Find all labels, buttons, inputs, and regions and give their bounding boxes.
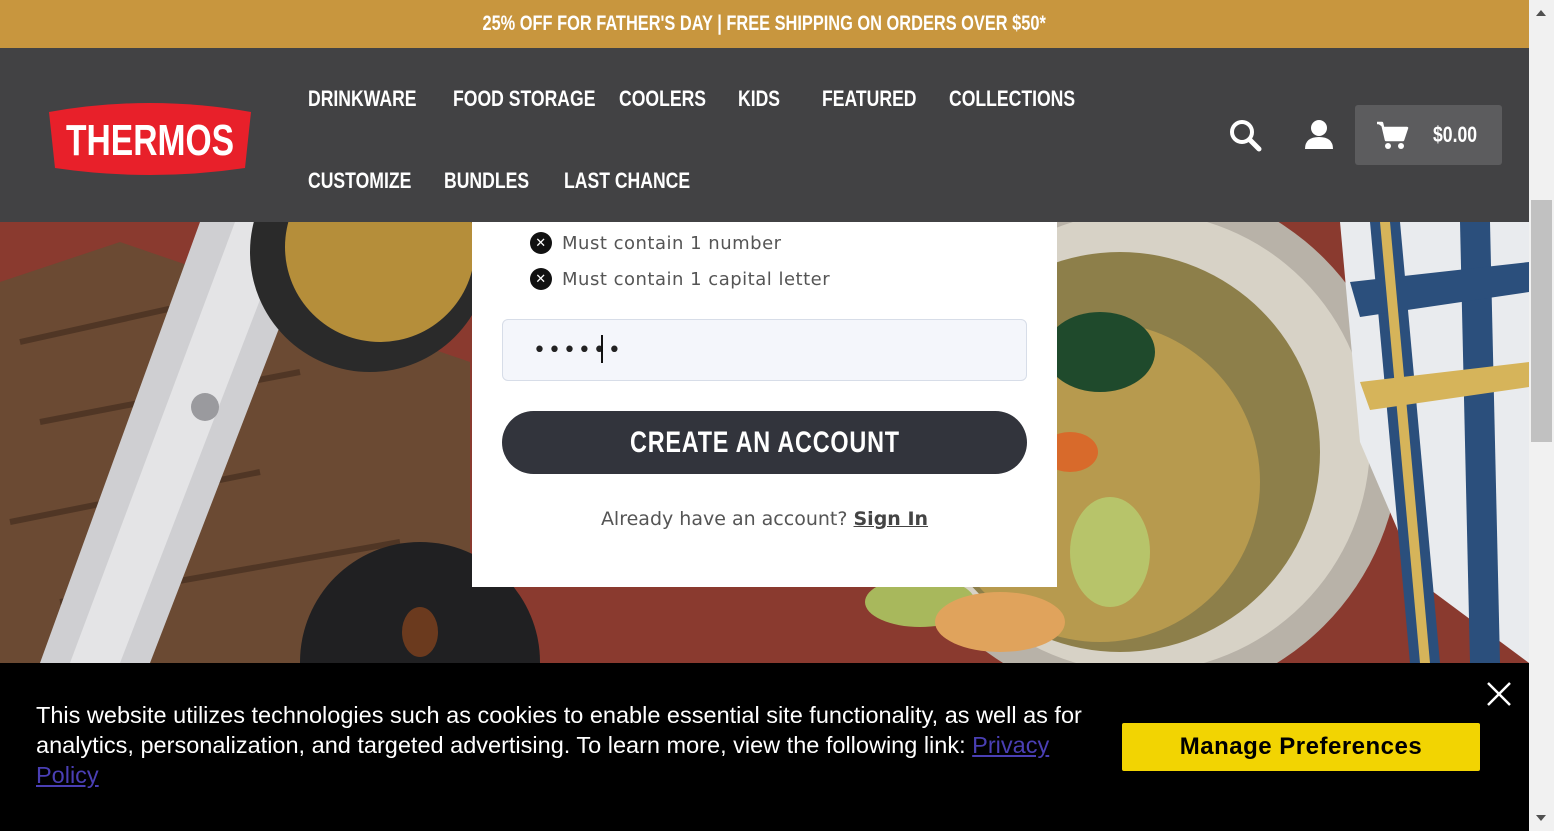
nav-coolers[interactable]: COOLERS bbox=[619, 86, 706, 112]
signin-link[interactable]: Sign In bbox=[854, 508, 929, 530]
promo-banner: 25% OFF FOR FATHER'S DAY | FREE SHIPPING… bbox=[0, 0, 1529, 48]
thermos-logo[interactable]: THERMOS bbox=[45, 98, 255, 176]
scrollbar-thumb[interactable] bbox=[1531, 200, 1552, 442]
password-rule-number: ✕ Must contain 1 number bbox=[530, 232, 782, 254]
nav-collections[interactable]: COLLECTIONS bbox=[949, 86, 1075, 112]
nav-bundles[interactable]: BUNDLES bbox=[444, 168, 529, 194]
invalid-icon: ✕ bbox=[530, 232, 552, 254]
cart-total: $0.00 bbox=[1433, 122, 1478, 147]
text-caret bbox=[601, 335, 603, 363]
rule-text: Must contain 1 number bbox=[562, 232, 782, 254]
nav-drinkware[interactable]: DRINKWARE bbox=[308, 86, 417, 112]
account-icon[interactable] bbox=[1301, 117, 1337, 153]
promo-text: 25% OFF FOR FATHER'S DAY | FREE SHIPPING… bbox=[482, 12, 1047, 35]
nav-kids[interactable]: KIDS bbox=[738, 86, 780, 112]
nav-last-chance[interactable]: LAST CHANCE bbox=[564, 168, 690, 194]
signin-prompt: Already have an account? Sign In bbox=[472, 508, 1057, 530]
scroll-up-icon[interactable] bbox=[1536, 10, 1546, 16]
nav-customize[interactable]: CUSTOMIZE bbox=[308, 168, 411, 194]
invalid-icon: ✕ bbox=[530, 268, 552, 290]
rule-text: Must contain 1 capital letter bbox=[562, 268, 831, 290]
create-account-button[interactable]: CREATE AN ACCOUNT bbox=[502, 411, 1027, 474]
scroll-down-icon[interactable] bbox=[1536, 815, 1546, 821]
manage-preferences-button[interactable]: Manage Preferences bbox=[1122, 723, 1480, 771]
nav-food-storage[interactable]: FOOD STORAGE bbox=[453, 86, 595, 112]
site-header: THERMOS DRINKWARE FOOD STORAGE COOLERS K… bbox=[0, 48, 1529, 222]
signin-prompt-text: Already have an account? bbox=[600, 508, 848, 530]
cookie-message: This website utilizes technologies such … bbox=[36, 700, 1106, 790]
logo-text: THERMOS bbox=[66, 116, 234, 165]
password-input[interactable] bbox=[502, 319, 1027, 381]
search-icon[interactable] bbox=[1227, 117, 1263, 153]
create-account-form: ✕ Must contain 1 number ✕ Must contain 1… bbox=[472, 222, 1057, 587]
create-account-label: CREATE AN ACCOUNT bbox=[629, 425, 900, 459]
nav-featured[interactable]: FEATURED bbox=[822, 86, 917, 112]
cart-icon bbox=[1377, 121, 1409, 149]
cookie-text: This website utilizes technologies such … bbox=[36, 702, 1082, 758]
cookie-banner: This website utilizes technologies such … bbox=[0, 663, 1529, 831]
close-icon[interactable] bbox=[1485, 680, 1513, 708]
cart-button[interactable]: $0.00 bbox=[1355, 105, 1502, 165]
password-rule-capital: ✕ Must contain 1 capital letter bbox=[530, 268, 830, 290]
